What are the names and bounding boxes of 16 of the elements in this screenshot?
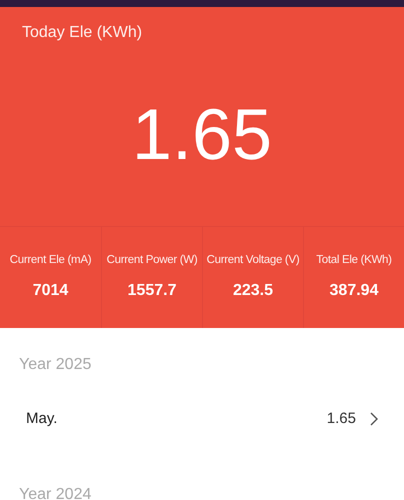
month-name: May. (26, 408, 58, 429)
stat-value: 387.94 (330, 281, 378, 302)
stat-label: Total Ele (KWh) (316, 252, 392, 268)
month-row[interactable]: May. 1.65 (0, 386, 404, 458)
header-title: Today Ele (KWh) (21, 23, 144, 43)
stat-value: 1557.7 (128, 281, 176, 302)
year-heading: Year 2024 (18, 485, 92, 500)
stat-value: 7014 (32, 281, 68, 302)
stat-label: Current Voltage (V) (206, 252, 300, 268)
year-heading: Year 2025 (18, 355, 92, 375)
month-value: 1.65 (326, 408, 356, 429)
stat-value: 223.5 (232, 281, 274, 302)
stat-label: Current Ele (mA) (10, 252, 92, 268)
chevron-right-icon (370, 412, 378, 426)
stat-label: Current Power (W) (106, 252, 198, 268)
today-value: 1.65 (130, 94, 274, 177)
